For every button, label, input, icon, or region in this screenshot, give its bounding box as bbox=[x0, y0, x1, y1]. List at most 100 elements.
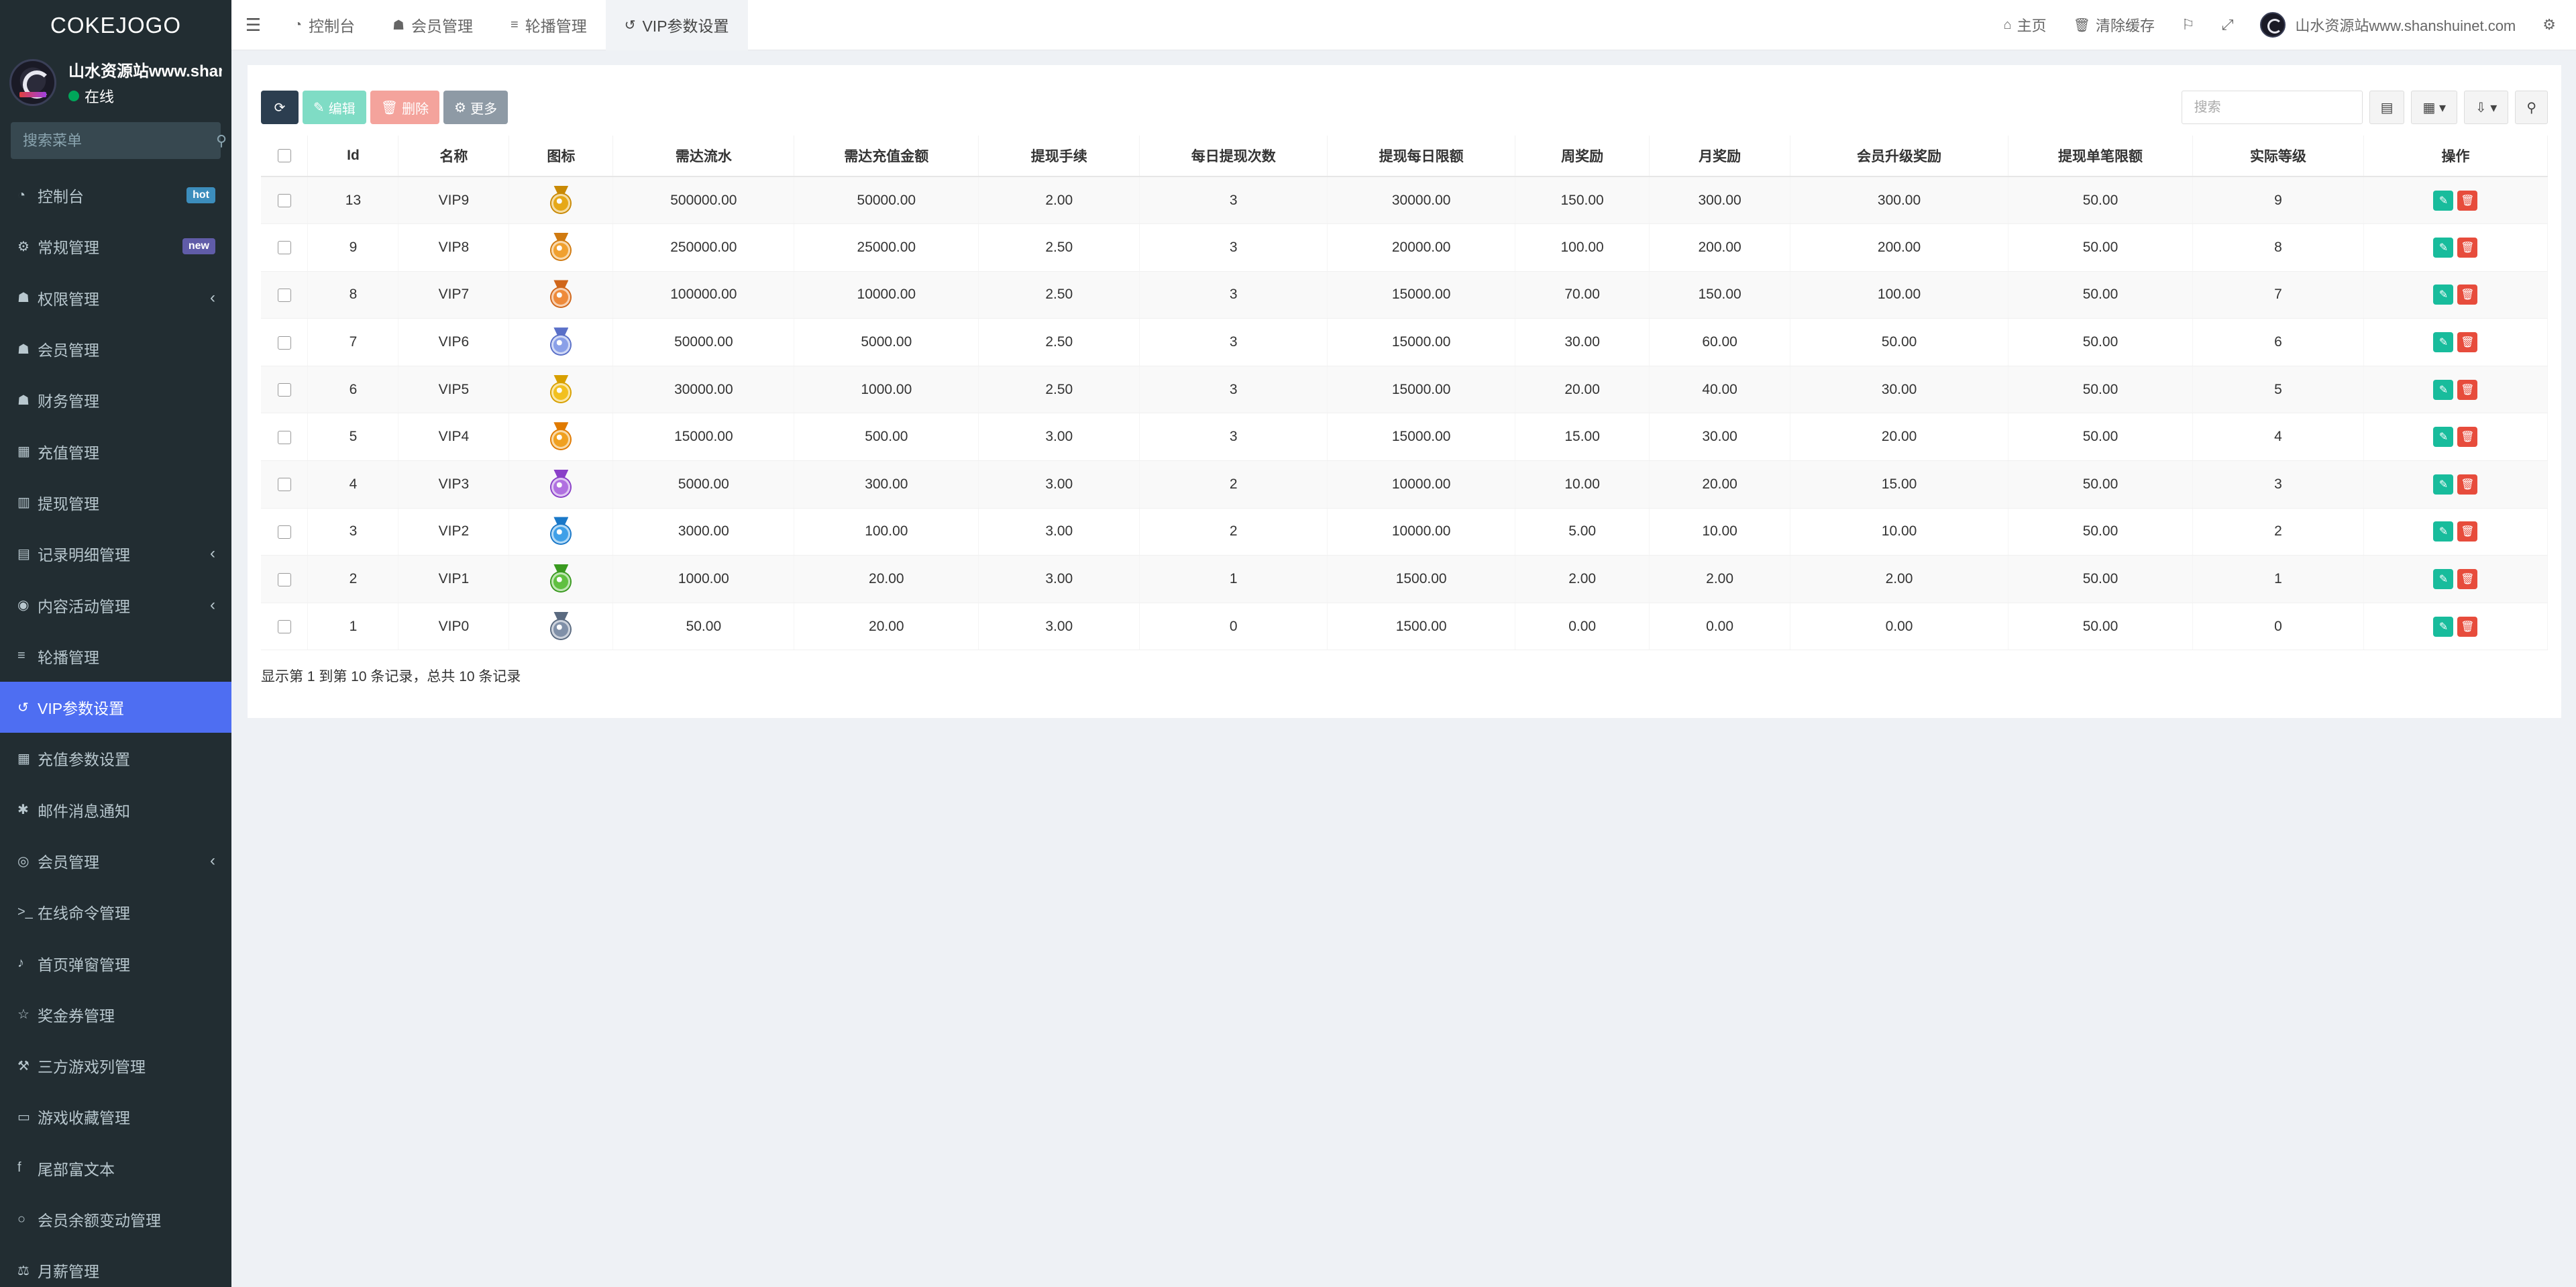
column-header[interactable]: 会员升级奖励 bbox=[1790, 136, 2009, 177]
refresh-button[interactable]: ⟳ bbox=[261, 91, 299, 124]
home-link[interactable]: ⌂ 主页 bbox=[1990, 14, 2060, 36]
sidebar-item[interactable]: ♪ 首页弹窗管理 bbox=[0, 937, 231, 988]
column-header[interactable]: 名称 bbox=[398, 136, 510, 177]
sidebar-item[interactable]: ▥ 提现管理 bbox=[0, 477, 231, 528]
column-header[interactable]: 操作 bbox=[2363, 136, 2548, 177]
row-checkbox[interactable] bbox=[277, 572, 291, 586]
row-checkbox[interactable] bbox=[277, 430, 291, 444]
sidebar-item[interactable]: ◉ 内容活动管理 ‹ bbox=[0, 579, 231, 630]
row-checkbox[interactable] bbox=[277, 288, 291, 302]
fullscreen-icon[interactable]: ⤢ bbox=[2208, 16, 2247, 34]
row-delete-button[interactable]: 🗑 bbox=[2457, 237, 2478, 258]
more-button[interactable]: ⚙ 更多 bbox=[443, 91, 508, 124]
column-header[interactable]: 月奖励 bbox=[1649, 136, 1791, 177]
sidebar-item[interactable]: ☗ 权限管理 ‹ bbox=[0, 272, 231, 323]
tab[interactable]: ↺ VIP参数设置 bbox=[605, 0, 748, 50]
row-delete-button[interactable]: 🗑 bbox=[2457, 427, 2478, 448]
user-menu[interactable]: 山水资源站www.shanshuinet.com bbox=[2247, 12, 2529, 38]
row-edit-button[interactable]: ✎ bbox=[2433, 569, 2454, 590]
table-row[interactable]: 1 VIP0 50.00 20.00 3.00 0 1500.00 0.00 0.00 0.00 5… bbox=[261, 603, 2548, 651]
column-header[interactable]: 实际等级 bbox=[2192, 136, 2364, 177]
row-edit-button[interactable]: ✎ bbox=[2433, 237, 2454, 258]
column-header[interactable]: 周奖励 bbox=[1515, 136, 1650, 177]
column-header[interactable]: 每日提现次数 bbox=[1139, 136, 1328, 177]
row-delete-button[interactable]: 🗑 bbox=[2457, 569, 2478, 590]
clear-cache-button[interactable]: 🗑 清除缓存 bbox=[2060, 14, 2168, 36]
sidebar-item[interactable]: ☗ 财务管理 bbox=[0, 374, 231, 425]
toggle-view-button[interactable]: ▤ bbox=[2369, 91, 2405, 124]
table-search-input[interactable] bbox=[2181, 91, 2363, 124]
row-delete-button[interactable]: 🗑 bbox=[2457, 474, 2478, 495]
row-checkbox[interactable] bbox=[277, 336, 291, 350]
row-checkbox[interactable] bbox=[277, 383, 291, 397]
column-header[interactable]: 提现单笔限额 bbox=[2008, 136, 2193, 177]
sidebar-item[interactable]: ≡ 轮播管理 bbox=[0, 631, 231, 682]
search-icon[interactable]: ⚲ bbox=[216, 132, 227, 150]
sidebar-item[interactable]: f 尾部富文本 bbox=[0, 1143, 231, 1194]
sidebar-item[interactable]: ▭ 游戏收藏管理 bbox=[0, 1091, 231, 1142]
sidebar-item[interactable]: >_ 在线命令管理 bbox=[0, 886, 231, 937]
row-delete-button[interactable]: 🗑 bbox=[2457, 379, 2478, 400]
export-button[interactable]: ⇩ ▾ bbox=[2463, 91, 2509, 124]
row-checkbox[interactable] bbox=[277, 478, 291, 492]
column-header[interactable]: 需达流水 bbox=[612, 136, 795, 177]
edit-button[interactable]: ✎ 编辑 bbox=[303, 91, 366, 124]
row-checkbox[interactable] bbox=[277, 620, 291, 634]
row-edit-button[interactable]: ✎ bbox=[2433, 379, 2454, 400]
sidebar-item[interactable]: ⚒ 三方游戏列管理 bbox=[0, 1040, 231, 1091]
column-header[interactable]: 图标 bbox=[508, 136, 614, 177]
delete-button[interactable]: 🗑 删除 bbox=[370, 91, 440, 124]
sidebar-toggle-icon[interactable]: ☰ bbox=[231, 15, 275, 36]
table-row[interactable]: 2 VIP1 1000.00 20.00 3.00 1 1500.00 2.00 2.00 2.0… bbox=[261, 555, 2548, 603]
row-edit-button[interactable]: ✎ bbox=[2433, 616, 2454, 637]
sidebar-item[interactable]: ☗ 会员管理 bbox=[0, 323, 231, 374]
table-row[interactable]: 8 VIP7 100000.00 10000.00 2.50 3 15000.00 70.00… bbox=[261, 271, 2548, 319]
tab[interactable]: ☗ 会员管理 bbox=[374, 0, 492, 50]
row-checkbox[interactable] bbox=[277, 525, 291, 539]
row-edit-button[interactable]: ✎ bbox=[2433, 474, 2454, 495]
sidebar-item[interactable]: ⚖ 月薪管理 bbox=[0, 1245, 231, 1287]
row-delete-button[interactable]: 🗑 bbox=[2457, 190, 2478, 211]
column-header[interactable]: Id bbox=[307, 136, 399, 177]
sidebar-item[interactable]: ◎ 会员管理 ‹ bbox=[0, 835, 231, 886]
row-edit-button[interactable]: ✎ bbox=[2433, 332, 2454, 353]
row-checkbox[interactable] bbox=[277, 194, 291, 207]
menu-search-input[interactable] bbox=[23, 132, 216, 150]
sidebar-item[interactable]: ✱ 邮件消息通知 bbox=[0, 784, 231, 835]
table-row[interactable]: 3 VIP2 3000.00 100.00 3.00 2 10000.00 5.00 10.00… bbox=[261, 508, 2548, 556]
search-toggle-button[interactable]: ⚲ bbox=[2515, 91, 2548, 124]
table-row[interactable]: 4 VIP3 5000.00 300.00 3.00 2 10000.00 10.00 20.0… bbox=[261, 460, 2548, 509]
table-row[interactable]: 7 VIP6 50000.00 5000.00 2.50 3 15000.00 30.00 60… bbox=[261, 318, 2548, 366]
row-edit-button[interactable]: ✎ bbox=[2433, 427, 2454, 448]
row-checkbox[interactable] bbox=[277, 241, 291, 255]
sidebar-item[interactable]: ☆ 奖金券管理 bbox=[0, 989, 231, 1040]
settings-icon[interactable]: ⚙ bbox=[2529, 16, 2569, 34]
row-delete-button[interactable]: 🗑 bbox=[2457, 285, 2478, 305]
select-all-checkbox[interactable] bbox=[277, 149, 291, 163]
sidebar-item[interactable]: ↺ VIP参数设置 bbox=[0, 681, 231, 733]
column-header[interactable]: 提现手续 bbox=[978, 136, 1140, 177]
sidebar-item[interactable]: ◔ 控制台 hot bbox=[0, 170, 231, 221]
table-row[interactable]: 9 VIP8 250000.00 25000.00 2.50 3 20000.00 100.0… bbox=[261, 223, 2548, 272]
brand-logo[interactable]: COKEJOGO bbox=[0, 0, 231, 50]
sidebar-item[interactable]: ▦ 充值管理 bbox=[0, 425, 231, 476]
sidebar-item[interactable]: ⚙ 常规管理 new bbox=[0, 221, 231, 272]
row-delete-button[interactable]: 🗑 bbox=[2457, 616, 2478, 637]
columns-button[interactable]: ▦ ▾ bbox=[2411, 91, 2457, 124]
table-row[interactable]: 13 VIP9 500000.00 50000.00 2.00 3 30000.00 150.… bbox=[261, 176, 2548, 225]
sidebar-item[interactable]: ○ 会员余额变动管理 bbox=[0, 1194, 231, 1245]
sidebar-item[interactable]: ▤ 记录明细管理 ‹ bbox=[0, 528, 231, 579]
tab[interactable]: ≡ 轮播管理 bbox=[492, 0, 606, 50]
column-header[interactable]: 需达充值金额 bbox=[794, 136, 979, 177]
row-edit-button[interactable]: ✎ bbox=[2433, 521, 2454, 542]
sidebar-item[interactable]: ▦ 充值参数设置 bbox=[0, 733, 231, 784]
tab[interactable]: ◔ 控制台 bbox=[275, 0, 374, 50]
row-edit-button[interactable]: ✎ bbox=[2433, 285, 2454, 305]
column-header[interactable]: 提现每日限额 bbox=[1327, 136, 1516, 177]
row-delete-button[interactable]: 🗑 bbox=[2457, 521, 2478, 542]
language-icon[interactable]: ⚐ bbox=[2168, 16, 2208, 34]
row-delete-button[interactable]: 🗑 bbox=[2457, 332, 2478, 353]
table-row[interactable]: 5 VIP4 15000.00 500.00 3.00 3 15000.00 15.00 30.… bbox=[261, 413, 2548, 462]
row-edit-button[interactable]: ✎ bbox=[2433, 190, 2454, 211]
table-row[interactable]: 6 VIP5 30000.00 1000.00 2.50 3 15000.00 20.00 40… bbox=[261, 366, 2548, 414]
